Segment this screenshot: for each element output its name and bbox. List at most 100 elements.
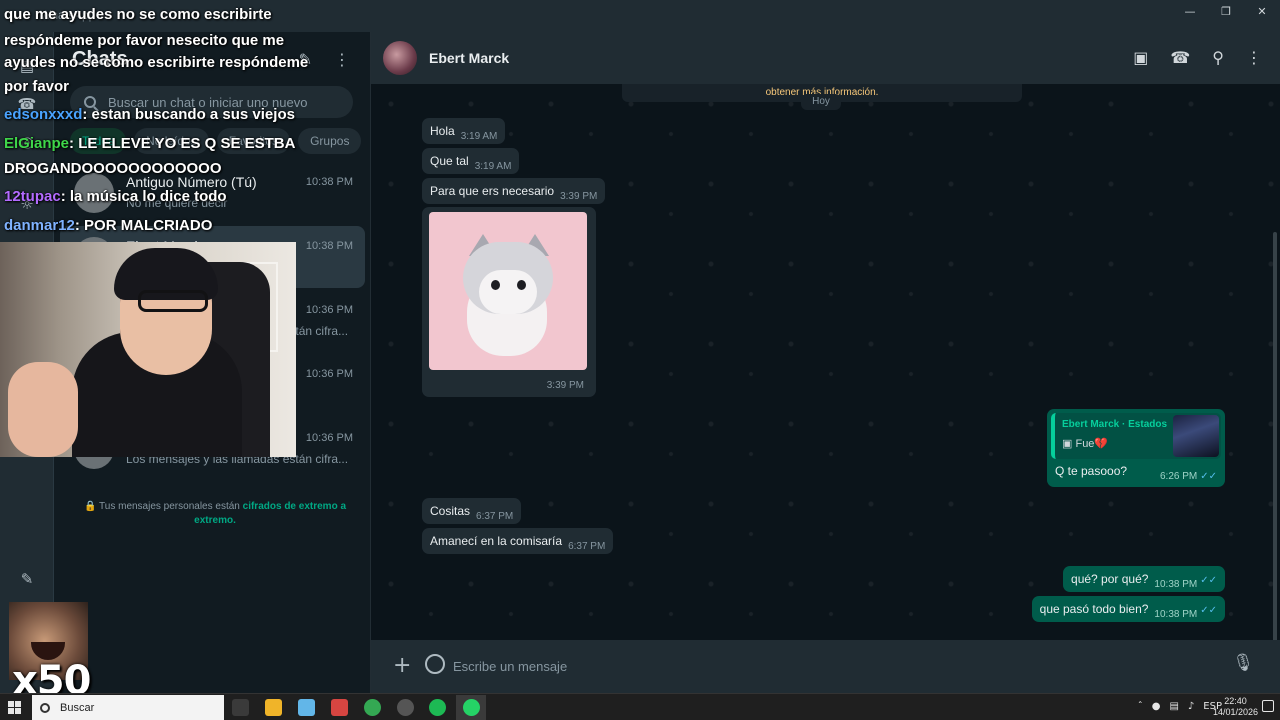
chat-time: 10:38 PM bbox=[305, 176, 353, 188]
message-input[interactable] bbox=[453, 650, 1213, 682]
comment-user: ElGianpe bbox=[4, 135, 70, 152]
clock[interactable]: 22:40 14/01/2026 bbox=[1213, 696, 1258, 718]
comment-text: : la música lo dice todo bbox=[60, 188, 227, 205]
incoming-message: Hola 3:19 AM bbox=[422, 118, 506, 144]
comment-text: DROGANDOOOOOOOOOOOO bbox=[4, 160, 222, 177]
task-view-icon[interactable] bbox=[232, 699, 249, 716]
app-icon[interactable] bbox=[331, 699, 348, 716]
stream-comment: edsonxxxd: estan buscando a sus viejos bbox=[4, 106, 295, 123]
message-text: Que tal bbox=[430, 154, 469, 168]
stream-comment: 12tupac: la música lo dice todo bbox=[4, 188, 227, 205]
notifications-icon[interactable] bbox=[1262, 700, 1274, 712]
clock-date: 14/01/2026 bbox=[1212, 707, 1258, 717]
quoted-text: Fue💔 bbox=[1075, 438, 1109, 450]
comment-user: edsonxxxd bbox=[4, 106, 83, 123]
stream-message-line: que me ayudes no se como escribirte bbox=[4, 6, 272, 23]
webcam-overlay bbox=[0, 242, 296, 457]
outgoing-message: que pasó todo bien? 10:38 PM ✓✓ bbox=[1031, 596, 1225, 622]
search-messages-icon[interactable]: ⚲ bbox=[1212, 48, 1224, 67]
conversation-header: Ebert Marck ▣ ☎ ⚲ ⋮ bbox=[371, 32, 1280, 84]
incoming-message: Cositas 6:37 PM bbox=[422, 498, 522, 524]
chat-time: 10:36 PM bbox=[305, 304, 353, 316]
filter-groups[interactable]: Grupos bbox=[298, 128, 362, 154]
search-icon bbox=[40, 702, 50, 713]
outgoing-message: qué? por qué? 10:38 PM ✓✓ bbox=[1063, 566, 1225, 592]
screen: WhatsApp — ❐ ✕ ▤ ☎ ◎ ☼ ✎ Chats ✎ ⋮ Todos… bbox=[0, 0, 1280, 720]
voice-call-icon[interactable]: ☎ bbox=[1170, 48, 1190, 67]
message-time: 3:39 PM bbox=[546, 380, 584, 391]
taskbar-search-label: Buscar bbox=[60, 701, 95, 714]
microphone-icon[interactable]: ● bbox=[1152, 701, 1161, 712]
close-button[interactable]: ✕ bbox=[1244, 0, 1280, 22]
header-actions: ▣ ☎ ⚲ ⋮ bbox=[1133, 48, 1262, 67]
mic-icon[interactable]: 🎙 bbox=[1232, 653, 1254, 673]
lock-icon: 🔒 bbox=[83, 501, 97, 512]
message-time: 3:19 AM bbox=[460, 131, 498, 142]
day-separator: Hoy bbox=[801, 94, 841, 110]
system-tray: ˆ ● ▤ ♪ ESP bbox=[1138, 701, 1222, 712]
whatsapp-icon[interactable] bbox=[463, 699, 480, 716]
message-time: 3:39 PM bbox=[560, 191, 598, 202]
contact-avatar[interactable] bbox=[383, 41, 417, 75]
contact-name[interactable]: Ebert Marck bbox=[429, 50, 509, 66]
clock-time: 22:40 bbox=[1224, 696, 1247, 706]
volume-icon[interactable]: ♪ bbox=[1188, 701, 1194, 712]
spotify-icon[interactable] bbox=[429, 699, 446, 716]
windows-start-icon[interactable] bbox=[8, 701, 21, 714]
quoted-status[interactable]: Ebert Marck · Estados ▣ Fue💔 bbox=[1051, 413, 1221, 459]
video-icon: ▣ bbox=[1062, 438, 1073, 450]
taskbar-search[interactable]: Buscar bbox=[32, 695, 224, 720]
conversation-panel: Ebert Marck ▣ ☎ ⚲ ⋮ obtener más informac… bbox=[371, 32, 1280, 693]
kitten-photo[interactable] bbox=[429, 212, 587, 370]
minimize-button[interactable]: — bbox=[1172, 0, 1208, 22]
message-time: 10:38 PM bbox=[1154, 579, 1198, 590]
message-text: que pasó todo bien? bbox=[1039, 602, 1149, 616]
quoted-thumbnail bbox=[1173, 415, 1219, 457]
message-text: qué? por qué? bbox=[1071, 572, 1149, 586]
window-controls: — ❐ ✕ bbox=[1172, 0, 1280, 22]
encryption-note-text: Tus mensajes personales están bbox=[99, 501, 240, 512]
stream-comment: danmar12: POR MALCRIADO bbox=[4, 217, 212, 234]
incoming-message: Amanecí en la comisaría 6:37 PM bbox=[422, 528, 614, 554]
message-text: Para que ers necesario bbox=[430, 184, 555, 198]
video-call-icon[interactable]: ▣ bbox=[1133, 48, 1148, 67]
menu-icon[interactable]: ⋮ bbox=[334, 50, 350, 69]
archive-icon[interactable]: ✎ bbox=[15, 567, 39, 591]
incoming-message: Que tal 3:19 AM bbox=[422, 148, 520, 174]
comment-text: : POR MALCRIADO bbox=[74, 217, 213, 234]
comment-user: 12tupac bbox=[4, 188, 61, 205]
message-time: 3:19 AM bbox=[474, 161, 512, 172]
comment-text: : estan buscando a sus viejos bbox=[82, 106, 295, 123]
notepad-icon[interactable] bbox=[298, 699, 315, 716]
outgoing-reply-message: Ebert Marck · Estados ▣ Fue💔 Q te pasooo… bbox=[1047, 409, 1225, 487]
maximize-button[interactable]: ❐ bbox=[1208, 0, 1244, 22]
incoming-message: Para que ers necesario 3:39 PM bbox=[422, 178, 606, 204]
stream-comment: DROGANDOOOOOOOOOOOO bbox=[4, 160, 222, 177]
message-time: 6:26 PM bbox=[1159, 471, 1198, 482]
taskbar: Buscar ˆ ● ▤ ♪ ESP 22:40 14/01/2026 bbox=[0, 693, 1280, 720]
stream-message-line: por favor bbox=[4, 78, 70, 95]
more-options-icon[interactable]: ⋮ bbox=[1246, 48, 1262, 67]
chrome-icon[interactable] bbox=[364, 699, 381, 716]
comment-text: : LE ELEVE YO ES Q SE ESTBA bbox=[69, 135, 296, 152]
network-icon[interactable]: ▤ bbox=[1169, 701, 1178, 712]
stream-message-line: respóndeme por favor nesecito que me bbox=[4, 32, 285, 49]
stream-message-line: ayudes no se como escribirte respóndeme bbox=[4, 54, 309, 71]
message-text: Cositas bbox=[430, 504, 471, 518]
message-time: 10:38 PM bbox=[1154, 609, 1198, 620]
chevron-up-icon[interactable]: ˆ bbox=[1138, 701, 1143, 712]
message-text: Amanecí en la comisaría bbox=[430, 534, 563, 548]
chat-time: 10:38 PM bbox=[305, 240, 353, 252]
message-time: 6:37 PM bbox=[476, 511, 514, 522]
message-text: Q te pasooo? bbox=[1055, 464, 1128, 478]
read-ticks-icon: ✓✓ bbox=[1200, 605, 1217, 616]
scrollbar[interactable] bbox=[1273, 232, 1277, 662]
attach-icon[interactable]: + bbox=[393, 653, 411, 678]
file-explorer-icon[interactable] bbox=[265, 699, 282, 716]
read-ticks-icon: ✓✓ bbox=[1200, 575, 1217, 586]
image-message[interactable]: 3:39 PM bbox=[422, 207, 596, 397]
encryption-note: 🔒 Tus mensajes personales están cifrados… bbox=[80, 500, 350, 528]
sticker-icon[interactable] bbox=[425, 654, 445, 674]
quoted-author: Ebert Marck · Estados bbox=[1062, 419, 1168, 430]
obs-icon[interactable] bbox=[397, 699, 414, 716]
